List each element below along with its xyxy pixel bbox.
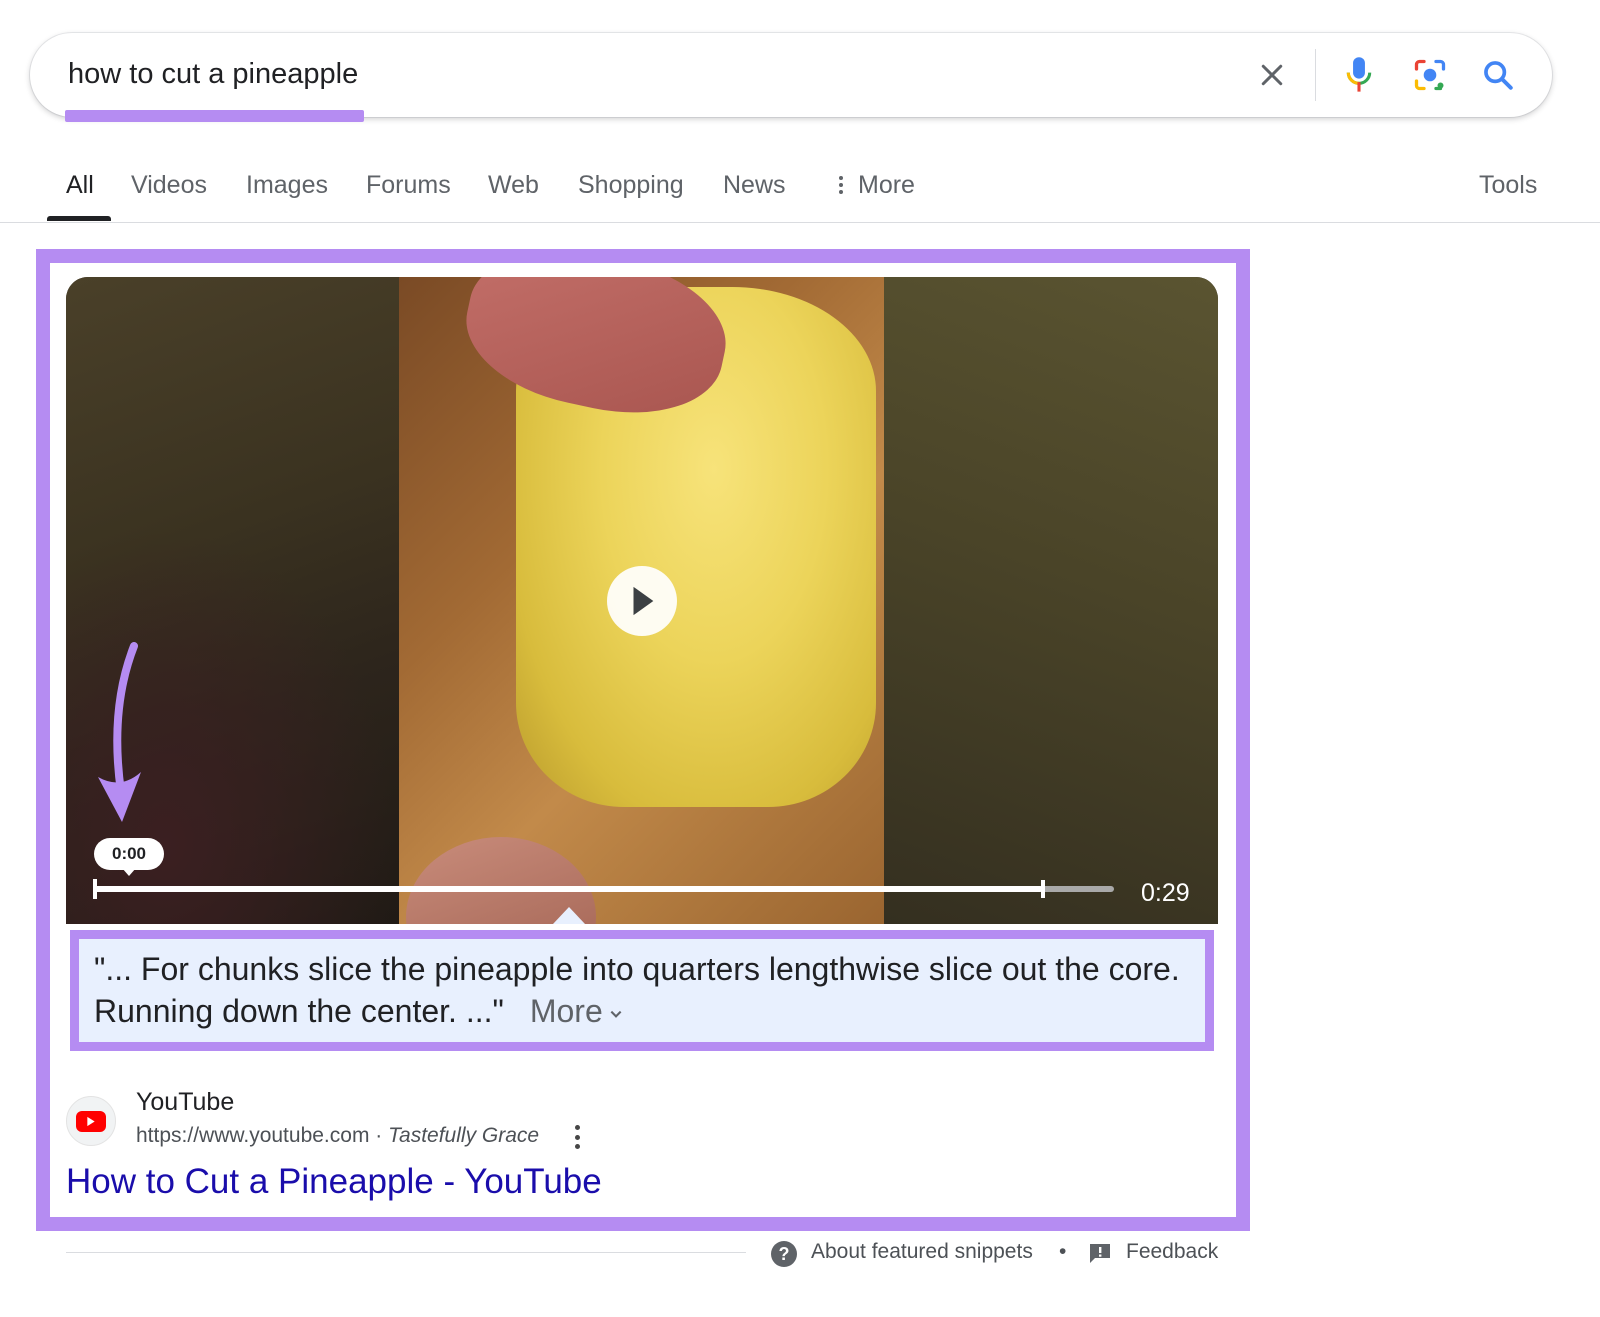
tab-forums[interactable]: Forums (366, 170, 451, 200)
tools-button[interactable]: Tools (1479, 170, 1537, 200)
search-input[interactable]: how to cut a pineapple (68, 55, 358, 93)
tab-web[interactable]: Web (488, 170, 539, 200)
transcript-pointer (553, 907, 585, 924)
vertical-dots-icon (839, 176, 843, 194)
lens-icon[interactable] (1408, 53, 1452, 97)
feedback-icon[interactable] (1088, 1242, 1112, 1264)
transcript-quote-text: "... For chunks slice the pineapple into… (94, 951, 1180, 1029)
search-icon[interactable] (1476, 53, 1520, 97)
youtube-logo-icon (76, 1110, 106, 1132)
youtube-favicon[interactable] (66, 1096, 116, 1146)
search-bar[interactable]: how to cut a pineapple (30, 33, 1552, 117)
search-bar-divider (1315, 49, 1316, 101)
feedback-link[interactable]: Feedback (1126, 1240, 1218, 1264)
transcript-more-label: More (529, 993, 603, 1029)
about-featured-snippets-link[interactable]: About featured snippets (811, 1240, 1033, 1264)
current-time-tooltip: 0:00 (94, 838, 164, 870)
tab-more-label: More (858, 171, 915, 199)
result-options-icon[interactable] (565, 1123, 589, 1151)
microphone-icon[interactable] (1337, 53, 1381, 97)
play-icon (633, 586, 654, 616)
result-title-link[interactable]: How to Cut a Pineapple - YouTube (66, 1162, 602, 1202)
footer-divider (66, 1252, 746, 1253)
current-time-tooltip-tail (122, 868, 136, 876)
transcript-quote-box: "... For chunks slice the pineapple into… (70, 930, 1214, 1051)
tabs-divider (0, 222, 1600, 223)
tab-more[interactable]: More (834, 170, 915, 200)
footer-separator-dot: • (1059, 1240, 1067, 1263)
source-url: https://www.youtube.com (136, 1124, 370, 1147)
progress-fill (94, 886, 1043, 892)
transcript-more-button[interactable]: More (530, 993, 623, 1029)
source-separator: · (369, 1124, 389, 1147)
search-tabs: All Videos Images Forums Web Shopping Ne… (0, 160, 1600, 224)
chevron-down-icon (610, 1010, 622, 1018)
progress-end-marker[interactable] (1041, 880, 1045, 898)
video-player[interactable]: 0:00 0:29 (66, 277, 1218, 924)
query-highlight-underline (65, 110, 364, 122)
source-url-line: https://www.youtube.com · Tastefully Gra… (136, 1124, 539, 1148)
active-tab-indicator (47, 216, 111, 221)
close-icon[interactable] (1250, 53, 1294, 97)
tab-shopping[interactable]: Shopping (578, 170, 684, 200)
annotation-arrow-icon (98, 642, 141, 822)
tab-images[interactable]: Images (246, 170, 328, 200)
play-button[interactable] (607, 566, 677, 636)
help-icon[interactable]: ? (771, 1241, 797, 1267)
source-site-name: YouTube (136, 1088, 235, 1116)
transcript-quote: "... For chunks slice the pineapple into… (94, 948, 1204, 1032)
video-blur-right (884, 277, 1218, 924)
video-duration: 0:29 (1141, 879, 1190, 907)
source-author: Tastefully Grace (388, 1124, 540, 1147)
tab-videos[interactable]: Videos (131, 170, 207, 200)
progress-start-handle[interactable] (93, 879, 97, 899)
tab-all[interactable]: All (66, 170, 94, 200)
tab-news[interactable]: News (723, 170, 786, 200)
